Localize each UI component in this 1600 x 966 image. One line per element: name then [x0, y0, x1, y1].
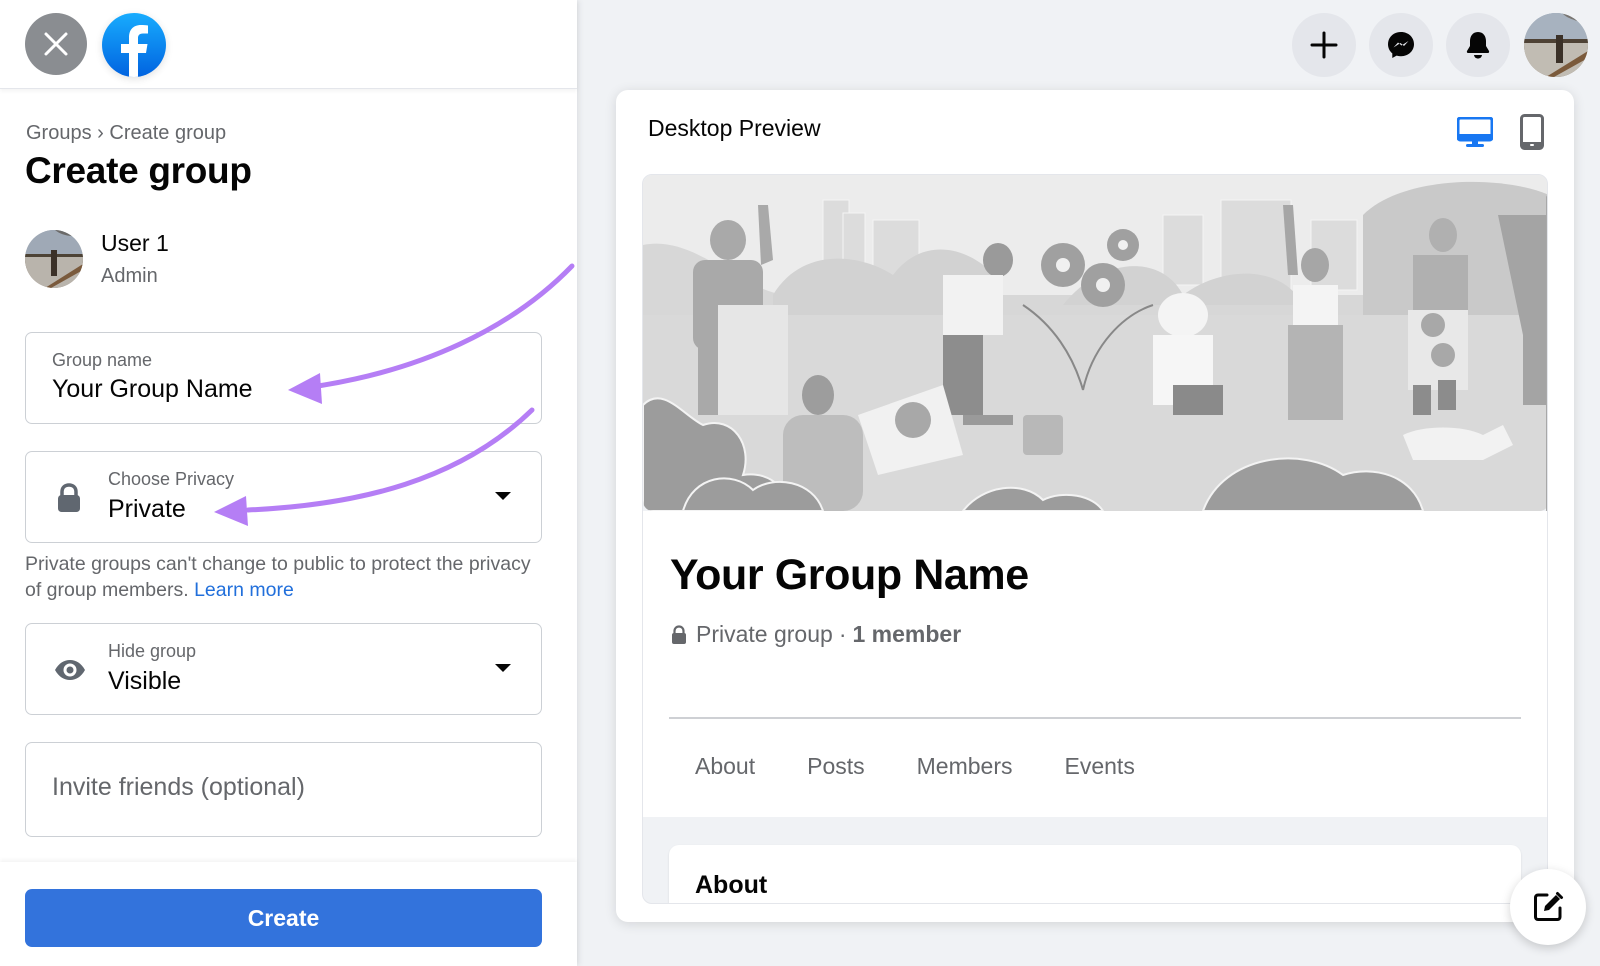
group-tabs: About Posts Members Events [669, 739, 1161, 794]
group-header: Your Group Name Private group · 1 member… [643, 511, 1547, 817]
eye-icon [55, 660, 85, 680]
mobile-icon[interactable] [1520, 114, 1544, 150]
group-page-preview: Your Group Name Private group · 1 member… [642, 174, 1548, 904]
chevron-down-icon[interactable] [495, 664, 511, 672]
avatar[interactable] [25, 230, 83, 288]
hide-group-select[interactable]: Hide group Visible [25, 623, 542, 715]
hide-group-label: Hide group [108, 641, 197, 661]
messenger-button[interactable] [1369, 13, 1433, 77]
tab-events[interactable]: Events [1039, 739, 1161, 794]
create-group-panel: Groups › Create group Create group User … [0, 0, 577, 966]
privacy-select[interactable]: Choose Privacy Private [25, 451, 542, 543]
preview-title: Desktop Preview [648, 115, 821, 141]
page-title: Create group [25, 150, 252, 191]
tab-posts[interactable]: Posts [781, 739, 891, 794]
privacy-label: Choose Privacy [108, 469, 235, 489]
notifications-button[interactable] [1446, 13, 1510, 77]
compose-button[interactable] [1510, 869, 1586, 945]
privacy-value: Private [108, 495, 186, 523]
group-name-field[interactable]: Group name Your Group Name [25, 332, 542, 424]
cover-image [643, 175, 1547, 511]
plus-icon [1310, 31, 1338, 59]
about-heading: About [695, 871, 768, 899]
breadcrumb-current: Create group [109, 122, 227, 144]
group-name-label: Group name [52, 350, 153, 370]
header-divider [669, 717, 1521, 719]
panel-header [0, 0, 577, 89]
lock-icon [58, 483, 80, 512]
about-card: About [669, 845, 1521, 903]
group-meta: Private group · 1 member [670, 621, 961, 648]
privacy-note: Private groups can't change to public to… [25, 551, 545, 603]
cover-illustration [643, 175, 1547, 511]
close-button[interactable] [25, 13, 87, 75]
facebook-logo[interactable] [102, 13, 166, 77]
panel-footer: Create [0, 862, 577, 966]
account-avatar[interactable] [1524, 13, 1588, 77]
lock-icon [672, 624, 686, 644]
tab-members[interactable]: Members [891, 739, 1039, 794]
avatar-photo [1524, 13, 1588, 77]
breadcrumb-groups[interactable]: Groups [26, 122, 92, 144]
group-name-value[interactable]: Your Group Name [52, 375, 253, 404]
facebook-f-icon [121, 25, 148, 77]
breadcrumb-separator: › [97, 122, 104, 144]
meta-separator: · [838, 621, 847, 647]
create-button[interactable]: Create [25, 889, 542, 947]
chevron-down-icon[interactable] [495, 492, 511, 500]
learn-more-link[interactable]: Learn more [194, 579, 294, 601]
messenger-icon [1388, 32, 1414, 58]
user-role: Admin [101, 265, 158, 287]
avatar-photo [25, 230, 83, 288]
close-icon [44, 32, 68, 56]
hide-group-value: Visible [108, 667, 182, 695]
invite-friends-field[interactable] [25, 742, 542, 837]
edit-icon [1534, 892, 1563, 921]
tab-about[interactable]: About [669, 739, 781, 794]
member-count[interactable]: 1 member [852, 621, 961, 648]
bell-icon [1466, 32, 1490, 59]
desktop-icon[interactable] [1457, 117, 1493, 149]
create-menu-button[interactable] [1292, 13, 1356, 77]
breadcrumb: Groups › Create group [26, 122, 226, 145]
user-name: User 1 [101, 230, 169, 256]
preview-group-name: Your Group Name [670, 551, 1029, 599]
admin-user: User 1 Admin [25, 230, 169, 288]
desktop-preview-card: Desktop Preview Your Group Name Private … [616, 90, 1574, 922]
privacy-text: Private group [696, 621, 833, 647]
invite-friends-input[interactable] [52, 773, 502, 802]
